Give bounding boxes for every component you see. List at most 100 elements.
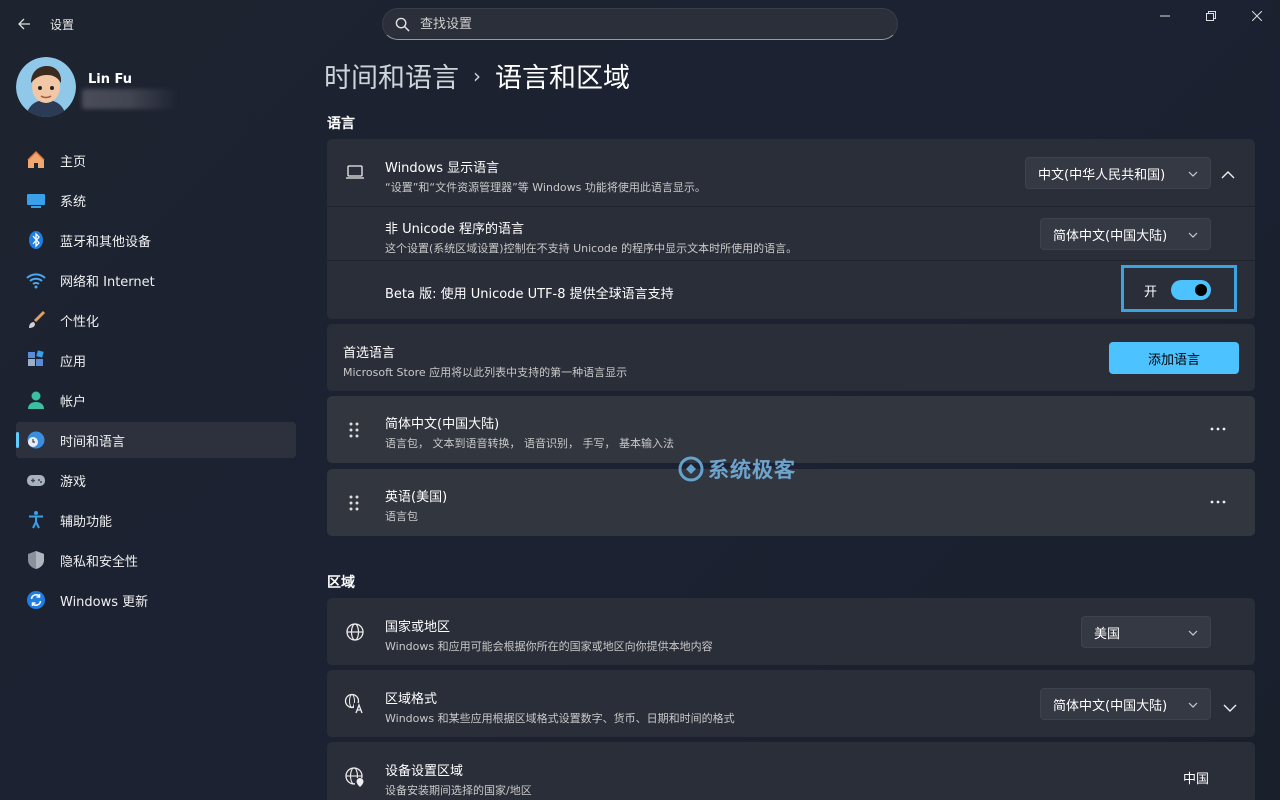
back-button[interactable]: [8, 8, 40, 40]
add-language-button[interactable]: 添加语言: [1109, 342, 1239, 374]
sidebar-item-label: 系统: [60, 194, 87, 210]
avatar[interactable]: [16, 57, 76, 117]
sidebar-item-label: 帐户: [60, 394, 87, 410]
user-avatar-icon: [16, 57, 76, 117]
regional-format-title: 区域格式: [385, 692, 438, 707]
apps-icon: [26, 350, 46, 370]
sidebar-item-accessibility[interactable]: 辅助功能: [16, 502, 296, 538]
close-button[interactable]: [1234, 0, 1280, 32]
list-item[interactable]: 简体中文(中国大陆) 语言包， 文本到语音转换， 语音识别， 手写， 基本输入法: [327, 396, 1255, 463]
user-name: Lin Fu: [88, 72, 133, 87]
update-icon: [26, 590, 46, 610]
sidebar-item-label: 隐私和安全性: [60, 554, 139, 570]
chevron-down-icon[interactable]: [1223, 698, 1237, 717]
close-icon: [1252, 11, 1262, 21]
sidebar-item-label: 游戏: [60, 474, 87, 490]
sidebar-item-label: 蓝牙和其他设备: [60, 234, 152, 250]
sidebar-item-personalization[interactable]: 个性化: [16, 302, 296, 338]
non-unicode-value: 简体中文(中国大陆): [1053, 228, 1168, 244]
utf8-toggle[interactable]: [1171, 280, 1212, 300]
non-unicode-select[interactable]: 简体中文(中国大陆): [1040, 218, 1211, 250]
accessibility-icon: [26, 510, 46, 530]
chevron-right-icon: ›: [473, 63, 481, 88]
more-options-button[interactable]: [1202, 486, 1234, 518]
sidebar-item-system[interactable]: 系统: [16, 182, 296, 218]
sidebar-item-privacy[interactable]: 隐私和安全性: [16, 542, 296, 578]
language-desc: 语言包: [385, 510, 418, 523]
more-icon: [1210, 427, 1226, 431]
bluetooth-icon: [26, 230, 46, 250]
display-language-row[interactable]: Windows 显示语言 “设置”和“文件资源管理器”等 Windows 功能将…: [327, 139, 1255, 206]
sidebar-item-home[interactable]: 主页: [16, 142, 296, 178]
chevron-up-icon[interactable]: [1221, 165, 1235, 184]
page-title: 语言和区域: [495, 63, 630, 94]
chevron-down-icon: [1188, 625, 1198, 640]
country-select[interactable]: 美国: [1081, 616, 1211, 648]
preferred-language-row: 首选语言 Microsoft Store 应用将以此列表中支持的第一种语言显示 …: [327, 324, 1255, 391]
preferred-language-title: 首选语言: [343, 346, 396, 361]
sidebar-nav: 主页 系统 蓝牙和其他设备 网络和 Internet 个性化 应用 帐户 时间和…: [16, 142, 296, 622]
search-box[interactable]: [382, 8, 898, 40]
app-title: 设置: [50, 18, 75, 32]
restore-icon: [1206, 11, 1216, 21]
home-icon: [26, 150, 46, 170]
sidebar-item-time-language[interactable]: 时间和语言: [16, 422, 296, 458]
non-unicode-title: 非 Unicode 程序的语言: [385, 222, 524, 237]
sidebar-item-gaming[interactable]: 游戏: [16, 462, 296, 498]
display-language-title: Windows 显示语言: [385, 161, 500, 176]
sidebar-item-windows-update[interactable]: Windows 更新: [16, 582, 296, 618]
sidebar-item-label: 应用: [60, 354, 87, 370]
restore-button[interactable]: [1188, 0, 1234, 32]
device-region-value: 中国: [1183, 772, 1210, 787]
language-title: 英语(美国): [385, 490, 448, 505]
non-unicode-row: 非 Unicode 程序的语言 这个设置(系统区域设置)控制在不支持 Unico…: [327, 207, 1255, 260]
device-region-title: 设备设置区域: [385, 764, 464, 779]
user-email-blurred: [82, 89, 178, 109]
country-value: 美国: [1094, 626, 1121, 642]
sidebar-item-label: Windows 更新: [60, 594, 149, 610]
utf8-row: Beta 版: 使用 Unicode UTF-8 提供全球语言支持: [327, 261, 1255, 319]
watermark: 系统极客: [678, 454, 796, 484]
sidebar-item-accounts[interactable]: 帐户: [16, 382, 296, 418]
regional-format-value: 简体中文(中国大陆): [1053, 698, 1168, 714]
sidebar-item-apps[interactable]: 应用: [16, 342, 296, 378]
minimize-button[interactable]: [1142, 0, 1188, 32]
display-language-select[interactable]: 中文(中华人民共和国): [1025, 157, 1211, 189]
wifi-icon: [26, 270, 46, 290]
drag-handle-icon[interactable]: [348, 422, 360, 442]
language-title: 简体中文(中国大陆): [385, 417, 500, 432]
country-row: 国家或地区 Windows 和应用可能会根据你所在的国家或地区向你提供本地内容 …: [327, 598, 1255, 665]
search-input[interactable]: [420, 16, 860, 32]
sidebar-item-label: 网络和 Internet: [60, 274, 155, 290]
search-icon: [395, 17, 410, 32]
preferred-language-desc: Microsoft Store 应用将以此列表中支持的第一种语言显示: [343, 366, 628, 379]
regional-format-select[interactable]: 简体中文(中国大陆): [1040, 688, 1211, 720]
chevron-down-icon: [1188, 227, 1198, 242]
minimize-icon: [1160, 15, 1170, 17]
sidebar-item-label: 个性化: [60, 314, 100, 330]
section-title-region: 区域: [327, 575, 355, 591]
utf8-toggle-group[interactable]: 开: [1144, 280, 1212, 300]
chevron-down-icon: [1188, 697, 1198, 712]
sidebar-item-network[interactable]: 网络和 Internet: [16, 262, 296, 298]
device-region-row: 设备设置区域 设备安装期间选择的国家/地区 中国: [327, 742, 1255, 800]
breadcrumb-parent[interactable]: 时间和语言: [324, 56, 459, 95]
country-desc: Windows 和应用可能会根据你所在的国家或地区向你提供本地内容: [385, 640, 713, 653]
watermark-text: 系统极客: [708, 458, 796, 482]
shield-icon: [26, 550, 46, 570]
display-language-value: 中文(中华人民共和国): [1038, 167, 1166, 183]
chevron-down-icon: [1188, 166, 1198, 181]
watermark-logo-icon: [678, 456, 704, 482]
sidebar-item-label: 时间和语言: [60, 434, 126, 450]
sidebar-item-label: 辅助功能: [60, 514, 113, 530]
sidebar-item-bluetooth[interactable]: 蓝牙和其他设备: [16, 222, 296, 258]
monitor-icon: [26, 190, 46, 210]
drag-handle-icon[interactable]: [348, 495, 360, 515]
regional-format-row[interactable]: 区域格式 Windows 和某些应用根据区域格式设置数字、货币、日期和时间的格式…: [327, 670, 1255, 737]
brush-icon: [26, 310, 46, 330]
laptop-icon: [345, 163, 365, 185]
section-title-language: 语言: [327, 116, 355, 132]
utf8-title: Beta 版: 使用 Unicode UTF-8 提供全球语言支持: [385, 287, 674, 302]
breadcrumb: 时间和语言 › 语言和区域: [324, 56, 630, 95]
more-options-button[interactable]: [1202, 413, 1234, 445]
